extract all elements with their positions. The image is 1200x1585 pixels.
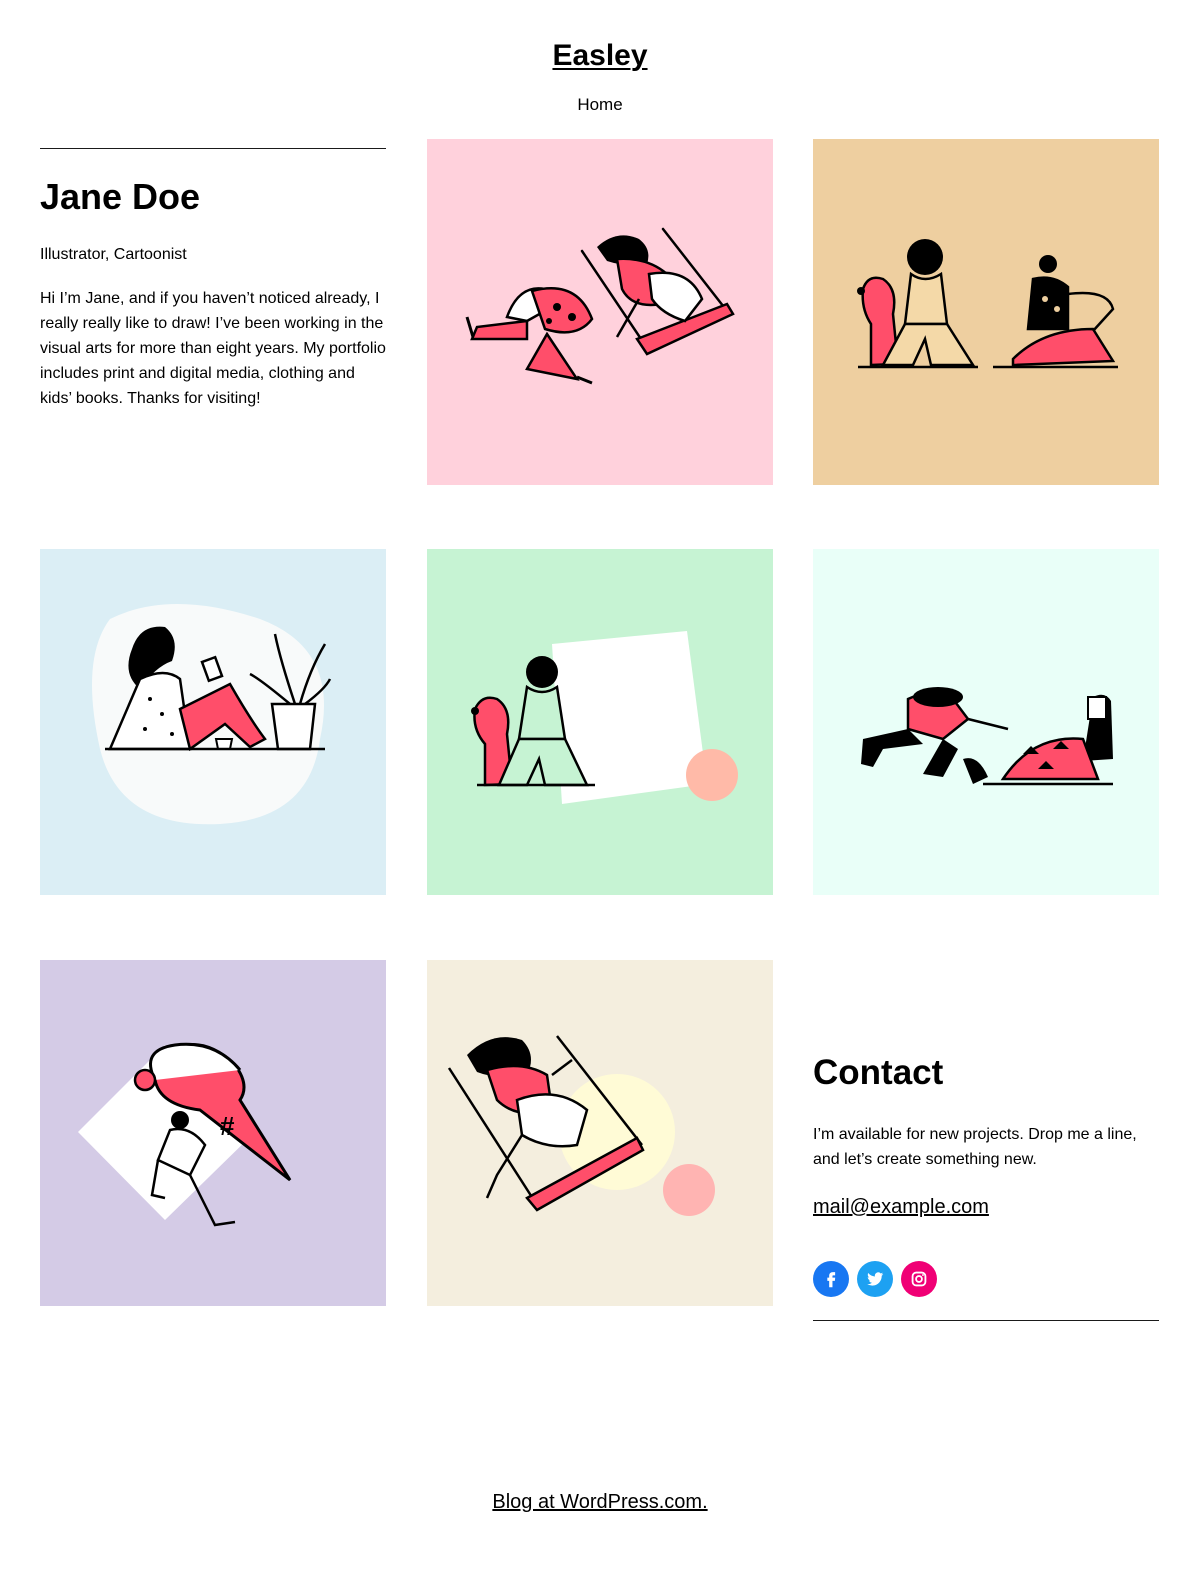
gallery-tile-4[interactable] [427, 549, 773, 895]
footer-link[interactable]: Blog at WordPress.com. [492, 1491, 707, 1513]
intro-role: Illustrator, Cartoonist [40, 246, 187, 263]
primary-navigation: Home [0, 94, 1200, 116]
instagram-link[interactable] [901, 1261, 937, 1297]
gallery-tile-6[interactable]: # [40, 960, 386, 1306]
site-footer: Blog at WordPress.com. [0, 1489, 1200, 1515]
dog-and-friends-illustration [813, 139, 1159, 485]
svg-text:#: # [220, 1111, 235, 1141]
nav-item-home[interactable]: Home [577, 95, 622, 114]
facebook-link[interactable] [813, 1261, 849, 1297]
intro-divider [40, 148, 386, 149]
facebook-icon [827, 1272, 836, 1288]
swing-with-sun-illustration [427, 960, 773, 1306]
contact-email-link[interactable]: mail@example.com [813, 1194, 989, 1220]
contact-divider [813, 1320, 1159, 1321]
gallery-tile-1[interactable] [427, 139, 773, 485]
twitter-link[interactable] [857, 1261, 893, 1297]
site-title-link[interactable]: Easley [552, 39, 647, 72]
instagram-icon [911, 1271, 927, 1287]
intro-name: Jane Doe [40, 176, 201, 217]
gallery-tile-3[interactable] [40, 549, 386, 895]
gallery-tile-2[interactable] [813, 139, 1159, 485]
gallery-tile-7[interactable] [427, 960, 773, 1306]
twitter-icon [867, 1272, 884, 1286]
contact-heading: Contact [813, 1053, 944, 1092]
reading-with-plant-illustration [40, 549, 386, 895]
contact-text: I’m available for new projects. Drop me … [813, 1126, 1137, 1168]
gallery-tile-5[interactable] [813, 549, 1159, 895]
ice-cream-hug-illustration: # [40, 960, 386, 1306]
intro-bio: Hi I’m Jane, and if you haven’t noticed … [40, 290, 386, 407]
playful-pair-illustration [813, 549, 1159, 895]
social-links [813, 1261, 937, 1297]
site-title: Easley [0, 38, 1200, 74]
dog-with-square-illustration [427, 549, 773, 895]
swing-and-leap-illustration [427, 139, 773, 485]
